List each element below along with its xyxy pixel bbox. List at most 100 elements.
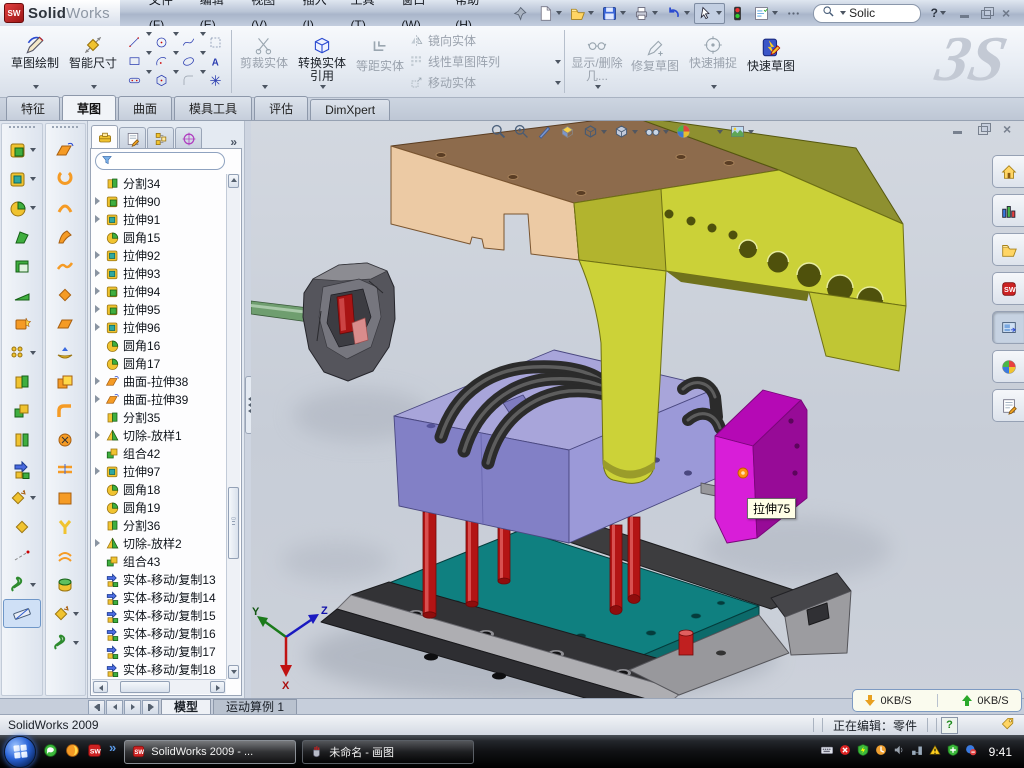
save-button[interactable] xyxy=(598,3,629,24)
caret-icon[interactable] xyxy=(144,74,152,88)
quicklaunch-app[interactable] xyxy=(64,742,81,762)
taskpane-tab-file-explorer[interactable] xyxy=(992,233,1024,266)
tree-item[interactable]: 实体-移动/复制14 xyxy=(92,588,226,606)
tool-shl-button[interactable] xyxy=(3,251,41,280)
tree-item[interactable]: 实体-移动/复制16 xyxy=(92,624,226,642)
tool-opl-button[interactable] xyxy=(46,309,84,338)
tree-item[interactable]: 拉伸95 xyxy=(92,300,226,318)
help-button[interactable]: ? xyxy=(931,6,938,20)
expand-arrow[interactable] xyxy=(94,539,102,547)
search-input[interactable]: Solic xyxy=(849,6,875,20)
hide-show-items-button[interactable] xyxy=(643,122,670,141)
caret-icon[interactable] xyxy=(171,36,179,50)
tree-item[interactable]: 拉伸96 xyxy=(92,318,226,336)
restore-button[interactable] xyxy=(980,7,994,19)
zoom-to-area-button[interactable] xyxy=(512,122,531,141)
taskpane-tab-view-palette[interactable] xyxy=(992,311,1024,344)
tray-sec1[interactable] xyxy=(838,743,852,760)
tool-olo-button[interactable] xyxy=(46,222,84,251)
view-settings-button[interactable] xyxy=(728,122,755,141)
scroll-right-button[interactable] xyxy=(210,681,225,693)
edit-appearance-button[interactable] xyxy=(674,122,693,141)
expand-arrow[interactable] xyxy=(94,287,102,295)
panel-tab-propmgr[interactable] xyxy=(119,127,146,149)
scroll-left-button[interactable] xyxy=(93,681,108,693)
expand-arrow[interactable] xyxy=(94,215,102,223)
minimize-button[interactable] xyxy=(958,7,972,19)
sketch-tool-el[interactable] xyxy=(180,53,197,70)
caret-icon[interactable] xyxy=(198,74,206,88)
tree-vertical-scrollbar[interactable] xyxy=(226,174,240,679)
sketch-tool-pg[interactable] xyxy=(153,72,170,89)
model-3d-view[interactable]: Y Z X xyxy=(251,121,981,698)
next-tab-button[interactable] xyxy=(124,700,141,715)
tree-filter-input[interactable] xyxy=(95,152,225,170)
expand-arrow[interactable] xyxy=(94,305,102,313)
tool-fil-button[interactable] xyxy=(3,193,41,222)
close-button[interactable]: × xyxy=(1002,7,1016,19)
tree-item[interactable]: 曲面-拉伸38 xyxy=(92,372,226,390)
tray-sync[interactable] xyxy=(964,743,978,760)
tab-评估[interactable]: 评估 xyxy=(254,96,308,120)
tool-obd-button[interactable] xyxy=(46,251,84,280)
tool-di2-button[interactable] xyxy=(3,512,41,541)
view-orientation-button[interactable] xyxy=(581,122,608,141)
caret-icon[interactable] xyxy=(171,74,179,88)
tool-orc-button[interactable] xyxy=(46,193,84,222)
sketch-tool-ar[interactable] xyxy=(153,53,170,70)
sketch-tool-pt[interactable] xyxy=(207,72,224,89)
tool-sqg-button[interactable] xyxy=(3,570,41,599)
tool-dia-button[interactable] xyxy=(3,483,41,512)
taskpane-tab-design-library[interactable] xyxy=(992,194,1024,227)
expand-arrow[interactable] xyxy=(94,377,102,385)
taskbar-task-button[interactable]: SWSolidWorks 2009 - ... xyxy=(124,740,296,764)
tree-item[interactable]: 曲面-拉伸39 xyxy=(92,390,226,408)
doc-restore-button[interactable] xyxy=(977,123,991,135)
expand-arrow[interactable] xyxy=(94,395,102,403)
tree-item[interactable]: 分割34 xyxy=(92,174,226,192)
tab-曲面[interactable]: 曲面 xyxy=(118,96,172,120)
tool-sfe-button[interactable] xyxy=(46,135,84,164)
expand-arrow[interactable] xyxy=(94,269,102,277)
scroll-down-button[interactable] xyxy=(228,665,239,679)
tool-orv-button[interactable] xyxy=(46,164,84,193)
tool-orp-button[interactable] xyxy=(46,454,84,483)
tool-ext-button[interactable] xyxy=(3,135,41,164)
tool-dot-button[interactable] xyxy=(3,338,41,367)
sketch-tool-spn[interactable] xyxy=(180,34,197,51)
tool-ofs2-button[interactable] xyxy=(46,541,84,570)
hscroll-thumb[interactable] xyxy=(120,681,170,693)
tree-item[interactable]: 实体-移动/复制13 xyxy=(92,570,226,588)
tree-item[interactable]: 组合42 xyxy=(92,444,226,462)
caret-icon[interactable] xyxy=(144,55,152,69)
tool-sp2-button[interactable] xyxy=(3,425,41,454)
tool-gbl-button[interactable] xyxy=(46,570,84,599)
last-tab-button[interactable] xyxy=(142,700,159,715)
tree-item[interactable]: 拉伸92 xyxy=(92,246,226,264)
section-view-button[interactable] xyxy=(558,122,577,141)
tree-item[interactable]: 拉伸91 xyxy=(92,210,226,228)
tab-草图[interactable]: 草图 xyxy=(62,95,116,120)
doc-close-button[interactable]: × xyxy=(1003,123,1017,135)
tree-item[interactable]: 圆角19 xyxy=(92,498,226,516)
tool-obx-button[interactable] xyxy=(46,483,84,512)
print-button[interactable] xyxy=(630,3,661,24)
tray-vol[interactable] xyxy=(892,743,906,760)
taskbar-task-button[interactable]: 未命名 - 画图 xyxy=(302,740,474,764)
tool-mea-button[interactable] xyxy=(3,599,41,628)
toolbar-grip[interactable] xyxy=(9,126,35,132)
tool-okn-button[interactable] xyxy=(46,338,84,367)
tray-sec3[interactable] xyxy=(946,743,960,760)
tree-item[interactable]: 圆角15 xyxy=(92,228,226,246)
taskpane-tab-solidworks-resources[interactable] xyxy=(992,155,1024,188)
apply-scene-button[interactable] xyxy=(697,122,724,141)
panel-tabs-more[interactable]: » xyxy=(225,135,242,149)
pin-toolbar-button[interactable] xyxy=(510,3,533,24)
tree-item[interactable]: 拉伸97 xyxy=(92,462,226,480)
expand-arrow[interactable] xyxy=(94,251,102,259)
help-caret-icon[interactable] xyxy=(940,11,946,15)
model-tab-模型[interactable]: 模型 xyxy=(161,699,211,715)
tree-item[interactable]: 拉伸90 xyxy=(92,192,226,210)
sketch-tool-ta[interactable]: A xyxy=(207,53,224,70)
tray-net2[interactable] xyxy=(910,743,924,760)
